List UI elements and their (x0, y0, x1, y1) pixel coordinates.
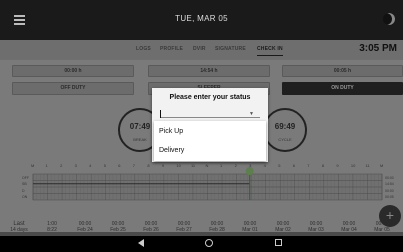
on-duty-button[interactable]: ON DUTY (282, 82, 403, 95)
on-duty-duration: 00:05 h (282, 65, 403, 77)
hour-label: 6 (118, 163, 121, 168)
row-label: SB (22, 182, 27, 186)
row-total: 00:05 (385, 195, 394, 199)
hour-label: 4 (89, 163, 92, 168)
add-fab-button[interactable]: + (379, 205, 401, 227)
row-total: 00:00 (385, 188, 394, 193)
hour-label: 8 (321, 163, 325, 168)
app-root: TUE, MAR 05 LOGS PROFILE DVIR SIGNATURE … (0, 0, 403, 252)
recap-bottom: Mar 04 (341, 227, 357, 233)
tab-check-in[interactable]: CHECK IN (257, 46, 283, 56)
tab-profile[interactable]: PROFILE (160, 46, 183, 52)
off-duty-duration: 00:00 h (12, 65, 134, 77)
tab-dvir[interactable]: DVIR (193, 46, 206, 52)
recap-day: 1:00 8:22 (39, 221, 65, 233)
recap-bottom: Mar 05 (374, 227, 390, 233)
hour-label: 2 (60, 163, 63, 168)
top-bar: TUE, MAR 05 (0, 0, 403, 40)
date-title: TUE, MAR 05 (175, 14, 228, 23)
recap-bottom: Feb 28 (209, 227, 225, 233)
hour-label: 11 (365, 163, 370, 168)
row-label: ON (22, 195, 28, 199)
hour-label: 4 (263, 163, 266, 168)
hour-label: 1 (220, 163, 223, 168)
status-select[interactable]: ▼ (160, 110, 260, 118)
hour-label: 1 (45, 163, 48, 168)
row-label: D (22, 188, 25, 193)
back-icon[interactable] (138, 239, 144, 247)
recap-bottom: Mar 02 (275, 227, 291, 233)
hour-label: M (31, 163, 35, 168)
tab-bar: LOGS PROFILE DVIR SIGNATURE CHECK IN 3:0… (0, 40, 403, 60)
row-total: 00:00 (385, 175, 394, 180)
recap-bottom: Feb 24 (77, 227, 93, 233)
hour-label: 7 (307, 163, 310, 168)
tab-signature[interactable]: SIGNATURE (215, 46, 246, 52)
hour-label: 3 (74, 163, 77, 168)
recap-day: 00:00 Mar 02 (270, 221, 296, 233)
recap-day: 00:00 Feb 26 (138, 221, 164, 233)
recap-bottom: Mar 03 (308, 227, 324, 233)
hour-label: 9 (161, 163, 165, 168)
recap-bottom: Mar 01 (242, 227, 258, 233)
recap-summary: Last 14 days (6, 221, 32, 233)
recap-day: 00:00 Feb 25 (105, 221, 131, 233)
recent-apps-icon[interactable] (275, 239, 282, 246)
hour-label: 11 (190, 163, 196, 168)
hour-label: N (205, 163, 209, 168)
hour-label: 10 (176, 163, 181, 168)
hour-label: 10 (350, 163, 356, 168)
recap-day: 00:00 Mar 03 (303, 221, 329, 233)
hour-label: 7 (132, 163, 136, 168)
home-icon[interactable] (205, 239, 213, 247)
recap-bottom: 8:22 (47, 227, 57, 233)
recap-day: 00:00 Mar 04 (336, 221, 362, 233)
hour-label: 5 (103, 163, 106, 168)
recap-bottom: Feb 27 (176, 227, 192, 233)
row-total: 14:54 (385, 182, 394, 186)
off-duty-button[interactable]: OFF DUTY (12, 82, 134, 95)
hour-label: 5 (278, 163, 281, 168)
android-nav-bar (0, 236, 403, 252)
recap-bottom: Feb 26 (143, 227, 159, 233)
hour-label: 9 (336, 163, 339, 168)
hour-label: 3 (249, 163, 252, 168)
hour-label: M (380, 163, 384, 168)
recap-day: 00:00 Feb 27 (171, 221, 197, 233)
hour-label: 8 (147, 163, 150, 168)
option-pick-up[interactable]: Pick Up (159, 128, 183, 135)
current-time: 3:05 PM (359, 43, 397, 54)
status-dropdown: Pick Up Delivery (154, 121, 266, 161)
option-delivery[interactable]: Delivery (159, 147, 184, 154)
row-label: OFF (22, 175, 29, 180)
recap-day: 00:00 Feb 28 (204, 221, 230, 233)
moon-icon[interactable] (383, 13, 395, 25)
cycle-gauge: 69:49 CYCLE (263, 108, 307, 152)
cycle-gauge-value: 69:49 (274, 122, 296, 131)
chevron-down-icon[interactable]: ▼ (249, 111, 254, 117)
text-cursor (160, 110, 161, 118)
hour-label: 2 (234, 163, 237, 168)
tab-logs[interactable]: LOGS (136, 46, 151, 52)
dialog-title: Please enter your status (169, 94, 251, 101)
recap-bottom: Feb 25 (110, 227, 126, 233)
hour-label: 6 (292, 163, 295, 168)
recap-day: 00:00 Mar 01 (237, 221, 263, 233)
middle-duration: 14:54 h (148, 65, 270, 77)
cycle-gauge-label: CYCLE (278, 137, 292, 142)
recap-day: 00:00 Feb 24 (72, 221, 98, 233)
recap-bottom: 14 days (10, 227, 28, 233)
